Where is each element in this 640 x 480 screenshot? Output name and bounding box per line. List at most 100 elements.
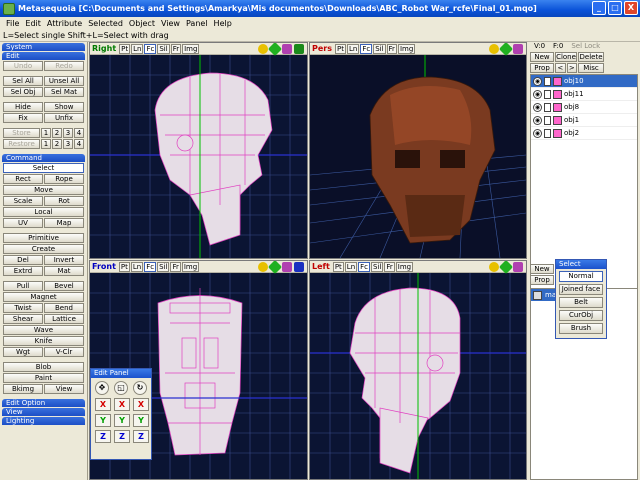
move-view-icon[interactable]: [498, 43, 514, 57]
unsel-all-button[interactable]: Unsel All: [44, 76, 84, 86]
section-edit-option[interactable]: Edit Option: [2, 399, 85, 407]
show-button[interactable]: Show: [44, 102, 84, 112]
view-button[interactable]: View: [44, 384, 84, 394]
view-silhouette-toggle[interactable]: Sil: [157, 43, 170, 54]
restore-slot-4[interactable]: 4: [74, 139, 84, 149]
section-system[interactable]: System: [2, 43, 85, 51]
object-prop-button[interactable]: Prop: [530, 63, 554, 73]
restore-slot-2[interactable]: 2: [52, 139, 62, 149]
maximize-button[interactable]: □: [608, 1, 622, 15]
store-slot-4[interactable]: 4: [74, 128, 84, 138]
view-image-toggle[interactable]: Img: [397, 43, 416, 54]
view-image-toggle[interactable]: Img: [395, 261, 414, 272]
menu-attribute[interactable]: Attribute: [44, 19, 85, 28]
lock-icon[interactable]: [544, 76, 551, 86]
menu-selected[interactable]: Selected: [85, 19, 126, 28]
rotate-x-button[interactable]: X: [133, 398, 149, 411]
view-points-toggle[interactable]: Pt: [118, 261, 130, 272]
object-next-button[interactable]: >: [566, 63, 577, 73]
section-view[interactable]: View: [2, 408, 85, 416]
rotate-view-icon[interactable]: [282, 262, 292, 272]
lock-icon[interactable]: [544, 115, 551, 125]
move-tool-icon[interactable]: ✥: [95, 381, 109, 395]
move-view-icon[interactable]: [267, 43, 283, 57]
object-row[interactable]: ◉ obj2: [531, 127, 637, 140]
view-faces-toggle[interactable]: Fc: [144, 261, 157, 272]
pull-button[interactable]: Pull: [3, 281, 43, 291]
hide-button[interactable]: Hide: [3, 102, 43, 112]
blob-button[interactable]: Blob: [3, 362, 84, 372]
move-view-icon[interactable]: [498, 261, 514, 275]
scale-button[interactable]: Scale: [3, 196, 43, 206]
view-points-toggle[interactable]: Pt: [332, 261, 344, 272]
invert-button[interactable]: Invert: [44, 255, 84, 265]
minimize-button[interactable]: _: [592, 1, 606, 15]
twist-button[interactable]: Twist: [3, 303, 43, 313]
object-row[interactable]: ◉ obj8: [531, 101, 637, 114]
vclr-button[interactable]: V-Clr: [44, 347, 84, 357]
wgt-button[interactable]: Wgt: [3, 347, 43, 357]
view-silhouette-toggle[interactable]: Sil: [371, 261, 384, 272]
bkimg-button[interactable]: Bkimg: [3, 384, 43, 394]
restore-slot-3[interactable]: 3: [63, 139, 73, 149]
store-slot-3[interactable]: 3: [63, 128, 73, 138]
object-row[interactable]: ◉ obj10: [531, 75, 637, 88]
lattice-button[interactable]: Lattice: [44, 314, 84, 324]
map-button[interactable]: Map: [44, 218, 84, 228]
rotate-z-button[interactable]: Z: [133, 430, 149, 443]
rotate-view-icon[interactable]: [513, 262, 523, 272]
view-silhouette-toggle[interactable]: Sil: [373, 43, 386, 54]
scale-z-button[interactable]: Z: [114, 430, 130, 443]
mat-button[interactable]: Mat: [44, 266, 84, 276]
view-silhouette-toggle[interactable]: Sil: [157, 261, 170, 272]
view-image-toggle[interactable]: Img: [182, 43, 200, 54]
view-lines-toggle[interactable]: Ln: [346, 43, 360, 54]
viewport-right[interactable]: Right Pt Ln Fc Sil Fr Img: [89, 42, 308, 259]
zoom-icon[interactable]: [489, 262, 499, 272]
store-button[interactable]: Store: [3, 128, 40, 138]
view-frame-toggle[interactable]: Fr: [384, 261, 395, 272]
rect-button[interactable]: Rect: [3, 174, 43, 184]
rotate-tool-icon[interactable]: ↻: [133, 381, 147, 395]
object-new-button[interactable]: New: [530, 52, 554, 62]
view-points-toggle[interactable]: Pt: [119, 43, 131, 54]
menu-help[interactable]: Help: [211, 19, 235, 28]
object-row[interactable]: ◉ obj11: [531, 88, 637, 101]
redo-button[interactable]: Redo: [44, 61, 84, 71]
view-lines-toggle[interactable]: Ln: [130, 261, 144, 272]
bevel-button[interactable]: Bevel: [44, 281, 84, 291]
scale-x-button[interactable]: X: [114, 398, 130, 411]
menu-file[interactable]: File: [3, 19, 22, 28]
select-curobj-button[interactable]: CurObj: [559, 310, 603, 321]
view-frame-toggle[interactable]: Fr: [170, 261, 181, 272]
knife-button[interactable]: Knife: [3, 336, 84, 346]
close-button[interactable]: X: [624, 1, 638, 15]
eye-icon[interactable]: ◉: [533, 102, 542, 112]
view-faces-toggle[interactable]: Fc: [360, 43, 373, 54]
wave-button[interactable]: Wave: [3, 325, 84, 335]
view-faces-toggle[interactable]: Fc: [144, 43, 157, 54]
store-slot-1[interactable]: 1: [41, 128, 51, 138]
select-button[interactable]: Select: [3, 163, 84, 173]
local-button[interactable]: Local: [3, 207, 84, 217]
extrd-button[interactable]: Extrd: [3, 266, 43, 276]
viewport-perspective[interactable]: Pers Pt Ln Fc Sil Fr Img: [309, 42, 527, 259]
menu-object[interactable]: Object: [126, 19, 158, 28]
move-button[interactable]: Move: [3, 185, 84, 195]
menu-view[interactable]: View: [158, 19, 183, 28]
scale-y-button[interactable]: Y: [114, 414, 130, 427]
fit-view-icon[interactable]: [294, 262, 304, 272]
zoom-icon[interactable]: [489, 44, 499, 54]
move-view-icon[interactable]: [267, 261, 283, 275]
view-frame-toggle[interactable]: Fr: [386, 43, 397, 54]
create-button[interactable]: Create: [3, 244, 84, 254]
rotate-view-icon[interactable]: [513, 44, 523, 54]
eye-icon[interactable]: ◉: [533, 128, 542, 138]
object-row[interactable]: ◉ obj1: [531, 114, 637, 127]
restore-slot-1[interactable]: 1: [41, 139, 51, 149]
fit-view-icon[interactable]: [294, 44, 304, 54]
object-delete-button[interactable]: Delete: [578, 52, 604, 62]
unfix-button[interactable]: Unfix: [44, 113, 84, 123]
section-edit[interactable]: Edit: [2, 52, 85, 60]
rotate-y-button[interactable]: Y: [133, 414, 149, 427]
